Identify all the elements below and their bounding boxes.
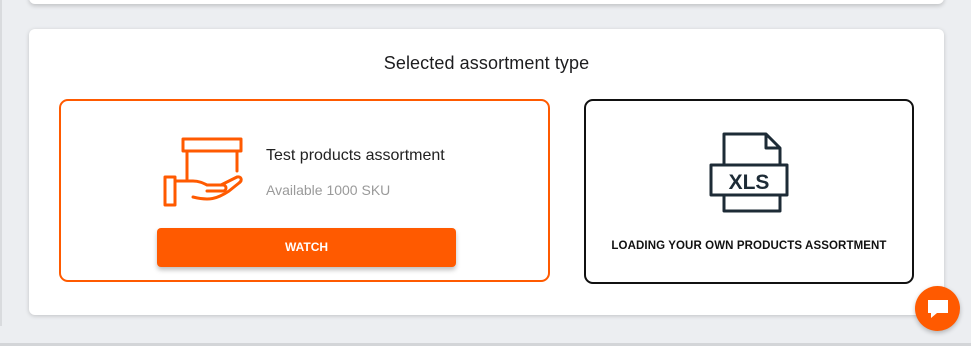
chat-bubble-icon xyxy=(928,300,948,318)
assortment-type-card: Selected assortment type Test products a… xyxy=(29,29,944,315)
previous-card xyxy=(29,0,944,4)
section-title: Selected assortment type xyxy=(383,53,590,73)
own-assortment-option[interactable]: XLS LOADING YOUR OWN PRODUCTS ASSORTMENT xyxy=(584,99,914,284)
box-in-hand-icon xyxy=(163,137,243,207)
xls-file-icon: XLS xyxy=(709,132,789,213)
chat-button[interactable] xyxy=(915,286,960,331)
test-assortment-title: Test products assortment xyxy=(266,147,445,164)
own-assortment-label: LOADING YOUR OWN PRODUCTS ASSORTMENT xyxy=(611,240,887,252)
watch-button[interactable]: WATCH xyxy=(157,228,456,267)
xls-icon-text: XLS xyxy=(729,171,770,194)
left-panel-edge xyxy=(0,0,2,326)
test-assortment-availability: Available 1000 SKU xyxy=(266,182,391,198)
test-assortment-option[interactable]: Test products assortment Available 1000 … xyxy=(59,99,550,282)
